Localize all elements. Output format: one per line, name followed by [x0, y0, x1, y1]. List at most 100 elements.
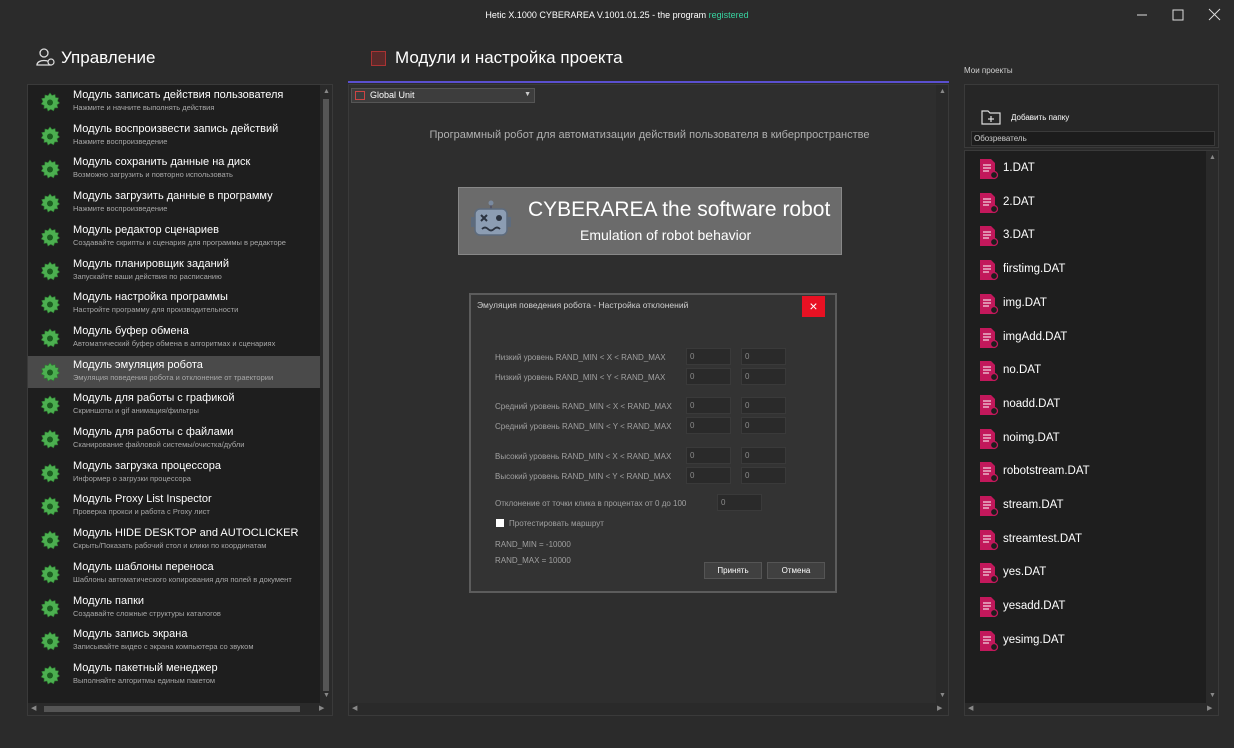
dialog-close-button[interactable]: ×	[802, 296, 825, 317]
scroll-left-icon[interactable]: ◀	[352, 705, 357, 713]
modules-hscrollbar[interactable]: ◀ ▶	[28, 703, 332, 715]
add-folder-button[interactable]: Добавить папку	[1011, 113, 1069, 122]
module-item[interactable]: Модуль воспроизвести запись действий Нажм…	[28, 120, 321, 152]
module-item[interactable]: Модуль планировщик заданий Запускайте ваш…	[28, 255, 321, 287]
scroll-right-icon[interactable]: ▶	[1207, 705, 1212, 713]
module-item[interactable]: Модуль для работы с файлами Сканирование …	[28, 423, 321, 455]
close-window-button[interactable]	[1199, 4, 1229, 26]
file-item[interactable]: yes.DAT	[977, 560, 1197, 586]
module-item[interactable]: Модуль для работы с графикой Скриншоты и …	[28, 389, 321, 421]
rand-min-input[interactable]: 0	[686, 368, 731, 385]
project-vscrollbar[interactable]: ▲ ▼	[936, 85, 948, 703]
rand-max-input[interactable]: 0	[741, 467, 786, 484]
file-item[interactable]: img.DAT	[977, 291, 1197, 317]
scroll-right-icon[interactable]: ▶	[319, 705, 324, 713]
gear-icon	[40, 463, 60, 483]
modules-panel: Модуль записать действия пользователя Наж…	[27, 84, 333, 716]
module-name: Модуль для работы с графикой	[73, 392, 235, 405]
file-icon	[979, 630, 999, 652]
module-item[interactable]: Модуль загрузить данные в программу Нажми…	[28, 187, 321, 219]
rand-max-input[interactable]: 0	[741, 397, 786, 414]
maximize-button[interactable]	[1163, 4, 1193, 26]
add-folder-icon[interactable]	[981, 109, 1001, 125]
files-hscrollbar[interactable]: ◀ ▶	[965, 703, 1218, 715]
modules-hscroll-thumb[interactable]	[44, 706, 300, 712]
module-item[interactable]: Модуль загрузка процессора Информер о заг…	[28, 457, 321, 489]
module-item[interactable]: Модуль записать действия пользователя Наж…	[28, 86, 321, 118]
test-route-checkbox[interactable]	[496, 519, 504, 527]
module-item[interactable]: Модуль настройка программы Настройте прог…	[28, 288, 321, 320]
file-item[interactable]: noadd.DAT	[977, 392, 1197, 418]
file-item[interactable]: streamtest.DAT	[977, 527, 1197, 553]
module-description: Скриншоты и gif анимация/фильтры	[73, 406, 199, 416]
rand-max-input[interactable]: 0	[741, 348, 786, 365]
rand-min-input[interactable]: 0	[686, 417, 731, 434]
file-item[interactable]: yesimg.DAT	[977, 628, 1197, 654]
module-item[interactable]: Модуль шаблоны переноса Шаблоны автоматич…	[28, 558, 321, 590]
module-item[interactable]: Модуль Proxy List Inspector Проверка прок…	[28, 490, 321, 522]
explorer-field[interactable]: Обозреватель	[971, 131, 1215, 146]
module-name: Модуль загрузка процессора	[73, 459, 221, 472]
file-item[interactable]: no.DAT	[977, 358, 1197, 384]
module-description: Настройте программу для производительнос…	[73, 305, 239, 315]
file-item[interactable]: noimg.DAT	[977, 426, 1197, 452]
gear-icon	[40, 227, 60, 247]
scroll-right-icon[interactable]: ▶	[937, 705, 942, 713]
module-item[interactable]: Модуль пакетный менеджер Выполняйте алгор…	[28, 659, 321, 691]
file-name: 3.DAT	[1003, 229, 1035, 242]
file-item[interactable]: imgAdd.DAT	[977, 325, 1197, 351]
scroll-left-icon[interactable]: ◀	[968, 705, 973, 713]
rand-min-input[interactable]: 0	[686, 348, 731, 365]
cancel-button[interactable]: Отмена	[767, 562, 825, 579]
file-item[interactable]: 2.DAT	[977, 190, 1197, 216]
module-item[interactable]: Модуль редактор сценариев Создавайте скри…	[28, 221, 321, 253]
module-name: Модуль загрузить данные в программу	[73, 190, 273, 203]
scroll-down-icon[interactable]: ▼	[323, 692, 330, 700]
module-description: Скрыть/Показать рабочий стол и клики по …	[73, 541, 267, 551]
module-item[interactable]: Модуль эмуляция робота Эмуляция поведения…	[28, 355, 321, 388]
modules-vscrollbar[interactable]: ▲ ▼	[320, 85, 332, 703]
unit-icon	[355, 91, 365, 100]
rand-max-text: RAND_MAX = 10000	[495, 556, 571, 565]
rand-min-input[interactable]: 0	[686, 467, 731, 484]
file-item[interactable]: stream.DAT	[977, 493, 1197, 519]
minimize-button[interactable]	[1128, 4, 1158, 26]
rand-min-input[interactable]: 0	[686, 397, 731, 414]
unit-select[interactable]: Global Unit ▼	[351, 88, 535, 103]
module-name: Модуль пакетный менеджер	[73, 661, 218, 674]
dialog-title: Эмуляция поведения робота - Настройка от…	[477, 300, 689, 310]
deviation-row-label: Низкий уровень RAND_MIN < Y < RAND_MAX	[495, 373, 666, 382]
accept-button[interactable]: Принять	[704, 562, 762, 579]
scroll-down-icon[interactable]: ▼	[1209, 692, 1216, 700]
module-item[interactable]: Модуль папки Создавайте сложные структуры…	[28, 592, 321, 624]
rand-max-input[interactable]: 0	[741, 368, 786, 385]
file-item[interactable]: robotstream.DAT	[977, 459, 1197, 485]
gear-icon	[40, 261, 60, 281]
file-icon	[979, 428, 999, 450]
file-item[interactable]: yesadd.DAT	[977, 594, 1197, 620]
rand-min-input[interactable]: 0	[686, 447, 731, 464]
rand-max-input[interactable]: 0	[741, 417, 786, 434]
deviation-input[interactable]: 0	[717, 494, 762, 511]
module-item[interactable]: Модуль запись экрана Записывайте видео с …	[28, 625, 321, 657]
scroll-down-icon[interactable]: ▼	[939, 692, 946, 700]
module-item[interactable]: Модуль буфер обмена Автоматический буфер …	[28, 322, 321, 354]
module-item[interactable]: Модуль сохранить данные на диск Возможно …	[28, 153, 321, 185]
modules-vscroll-thumb[interactable]	[323, 99, 329, 691]
file-item[interactable]: 3.DAT	[977, 223, 1197, 249]
file-item[interactable]: firstimg.DAT	[977, 257, 1197, 283]
project-hscrollbar[interactable]: ◀ ▶	[349, 703, 948, 715]
scroll-up-icon[interactable]: ▲	[1209, 154, 1216, 162]
scroll-up-icon[interactable]: ▲	[939, 88, 946, 96]
files-vscrollbar[interactable]: ▲ ▼	[1206, 151, 1218, 703]
file-name: streamtest.DAT	[1003, 532, 1083, 545]
project-checkbox-icon[interactable]	[371, 51, 386, 66]
banner-title: CYBERAREA the software robot	[528, 198, 831, 221]
scroll-up-icon[interactable]: ▲	[323, 88, 330, 96]
rand-max-input[interactable]: 0	[741, 447, 786, 464]
scroll-left-icon[interactable]: ◀	[31, 705, 36, 713]
module-item[interactable]: Модуль HIDE DESKTOP and AUTOCLICKER Скрыт…	[28, 524, 321, 556]
deviation-row-label: Высокий уровень RAND_MIN < Y < RAND_MAX	[495, 472, 672, 481]
file-item[interactable]: 1.DAT	[977, 156, 1197, 182]
deviation-row-label: Низкий уровень RAND_MIN < X < RAND_MAX	[495, 353, 666, 362]
